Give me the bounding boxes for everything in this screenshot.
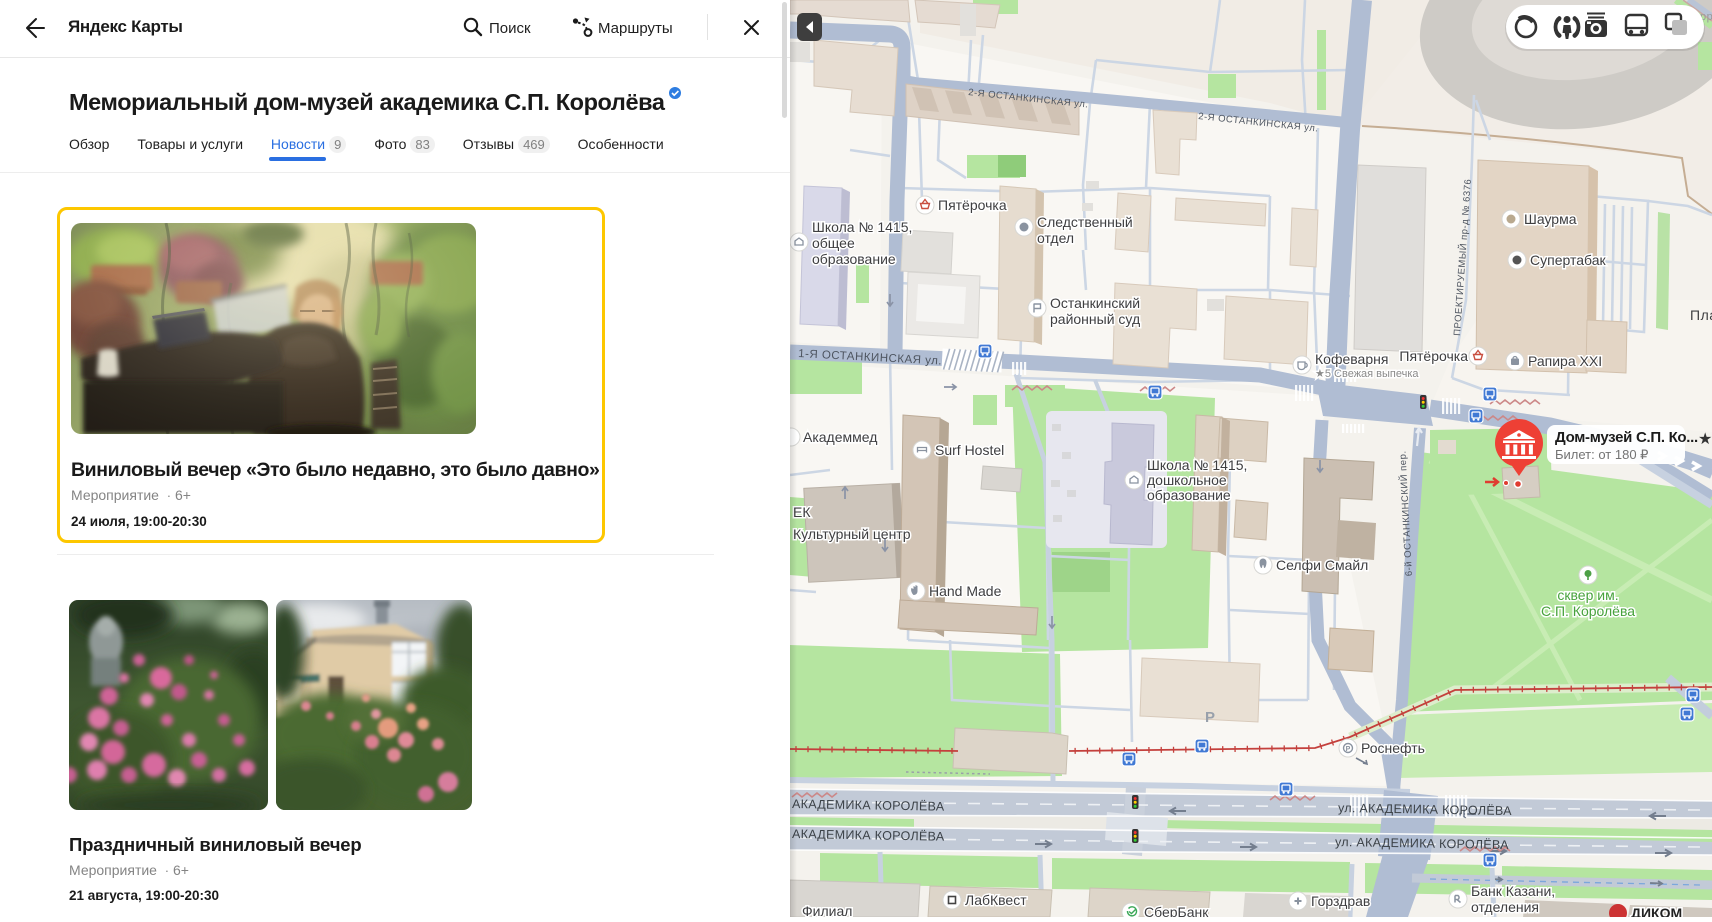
svg-text:отделения: отделения xyxy=(1471,899,1539,915)
svg-text:Плане: Плане xyxy=(1690,307,1712,323)
svg-text:Hand Made: Hand Made xyxy=(929,583,1002,599)
svg-text:Рапира XXI: Рапира XXI xyxy=(1528,353,1602,369)
svg-text:Супертабак: Супертабак xyxy=(1530,252,1606,268)
svg-text:Следственный: Следственный xyxy=(1037,214,1133,230)
svg-text:Банк Казани,: Банк Казани, xyxy=(1471,883,1555,899)
svg-text:★5 Свежая выпечка: ★5 Свежая выпечка xyxy=(1315,368,1419,380)
svg-text:СберБанк: СберБанк xyxy=(1144,904,1209,917)
svg-text:ЛабКвест: ЛабКвест xyxy=(965,892,1027,908)
svg-text:Академмед: Академмед xyxy=(803,429,877,445)
svg-text:Кофеварня: Кофеварня xyxy=(1315,351,1388,367)
svg-text:Филиал: Филиал xyxy=(802,903,852,917)
svg-text:образование: образование xyxy=(1147,487,1231,503)
svg-text:АКАДЕМИКА КОРОЛЁВА: АКАДЕМИКА КОРОЛЁВА xyxy=(792,797,945,814)
svg-text:Дом-музей С.П. Ко...: Дом-музей С.П. Ко... xyxy=(1555,429,1698,446)
svg-text:ДИКОМ: ДИКОМ xyxy=(1631,905,1682,917)
svg-text:дошкольное: дошкольное xyxy=(1147,472,1227,488)
svg-text:Surf Hostel: Surf Hostel xyxy=(935,442,1004,458)
svg-text:Роснефть: Роснефть xyxy=(1361,740,1425,756)
svg-text:отдел: отдел xyxy=(1037,230,1074,246)
svg-text:Шаурма: Шаурма xyxy=(1524,211,1577,227)
svg-text:Селфи Смайл: Селфи Смайл xyxy=(1276,557,1368,573)
svg-text:районный суд: районный суд xyxy=(1050,311,1140,327)
svg-text:сквер им.: сквер им. xyxy=(1557,587,1618,603)
svg-text:P: P xyxy=(1205,709,1215,726)
svg-text:Билет: от 180 ₽: Билет: от 180 ₽ xyxy=(1555,447,1648,462)
svg-text:Пятёрочка: Пятёрочка xyxy=(1399,348,1468,364)
svg-text:Останкинский: Останкинский xyxy=(1050,295,1140,311)
svg-text:Школа № 1415,: Школа № 1415, xyxy=(1147,457,1247,473)
svg-text:Культурный центр: Культурный центр xyxy=(793,526,911,542)
svg-text:Школа № 1415,: Школа № 1415, xyxy=(812,219,912,235)
svg-text:АКАДЕМИКА КОРОЛЁВА: АКАДЕМИКА КОРОЛЁВА xyxy=(792,827,945,844)
svg-text:Пятёрочка: Пятёрочка xyxy=(938,197,1007,213)
svg-text:С.П. Королёва: С.П. Королёва xyxy=(1541,603,1635,619)
svg-text:общее: общее xyxy=(812,235,855,251)
svg-text:образование: образование xyxy=(812,251,896,267)
svg-text:Р: Р xyxy=(1346,746,1351,753)
svg-text:Горздрав: Горздрав xyxy=(1311,893,1370,909)
svg-text:★: ★ xyxy=(1698,431,1712,448)
